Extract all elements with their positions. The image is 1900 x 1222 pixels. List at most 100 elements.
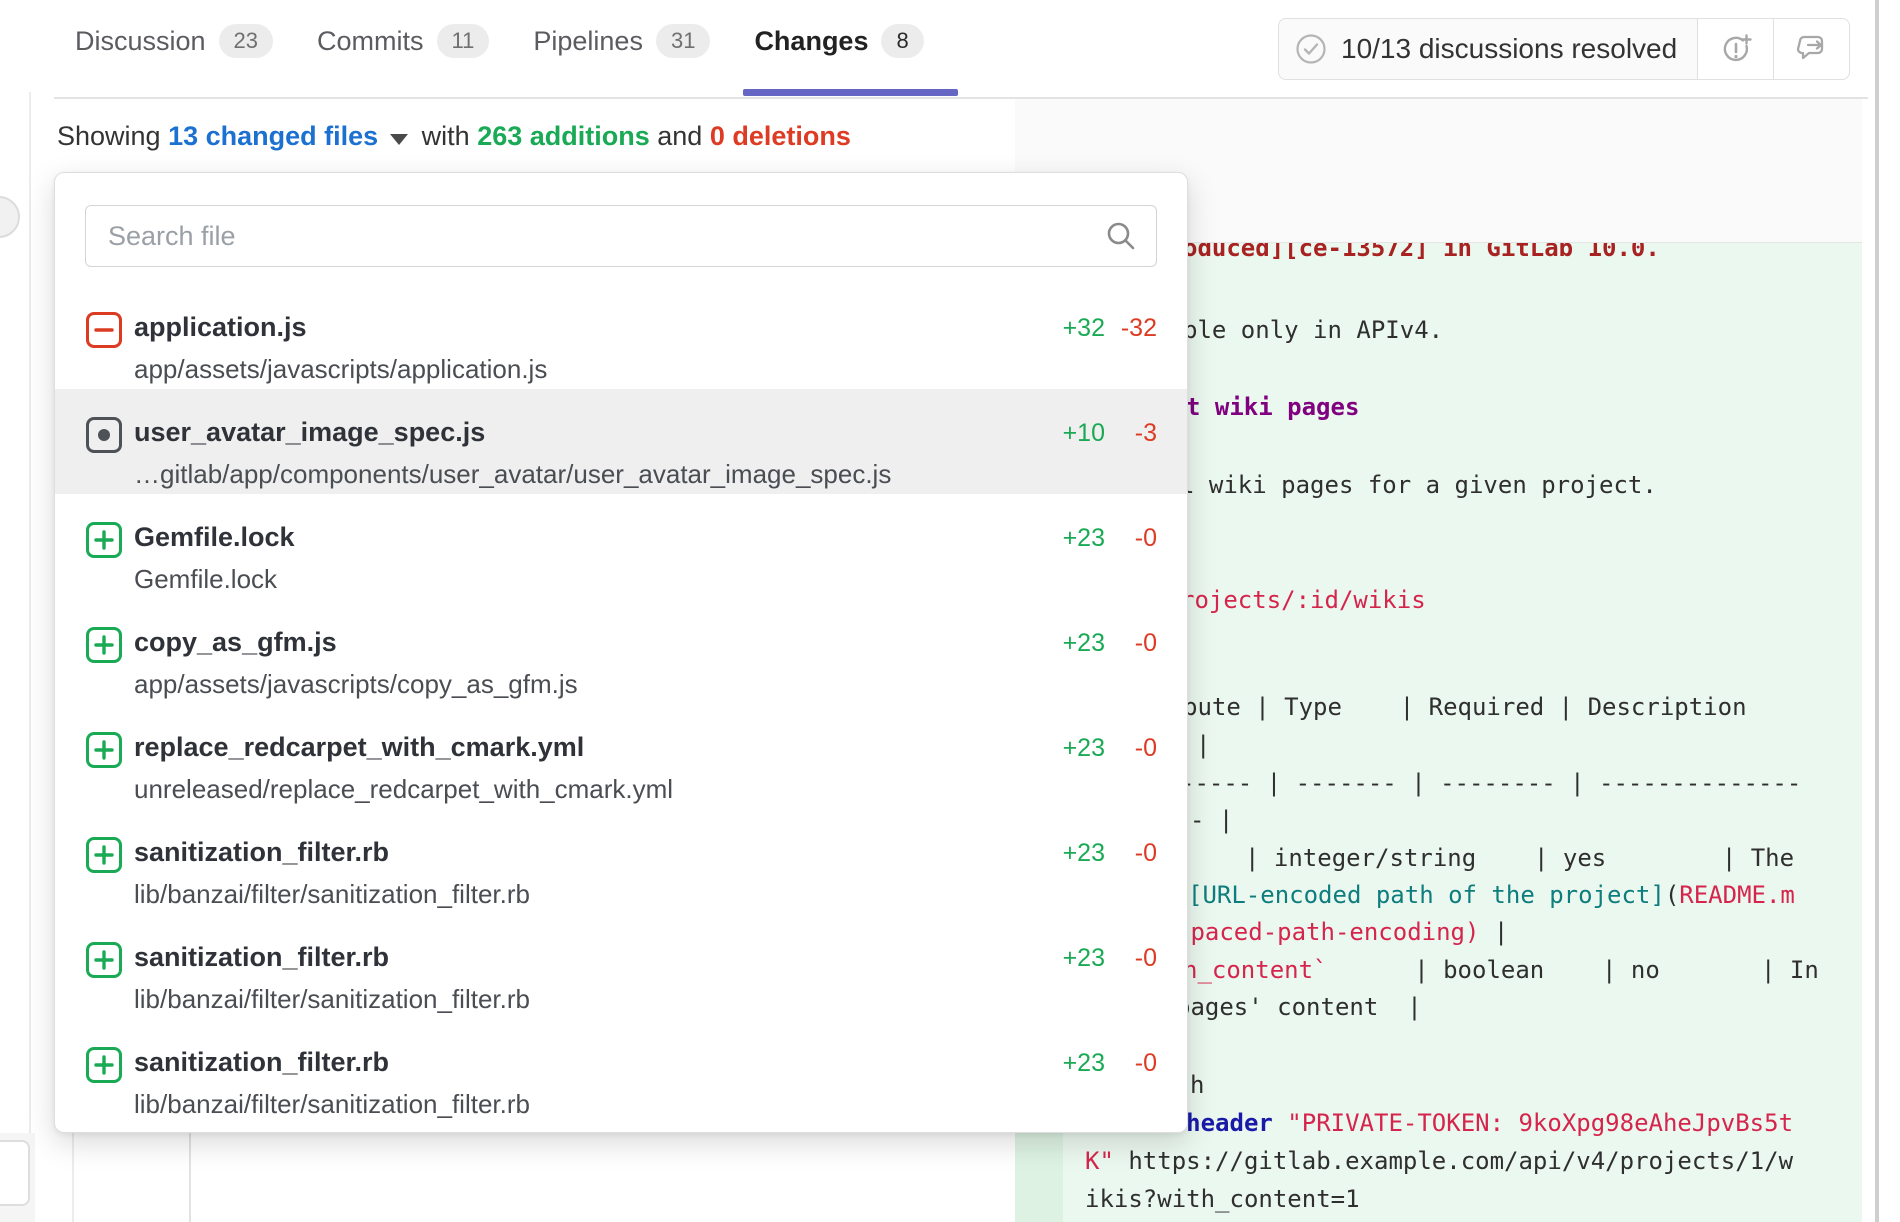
file-plus-icon <box>86 627 122 663</box>
file-deletions-count: -0 <box>1135 629 1157 658</box>
file-row[interactable]: user_avatar_image_spec.js …gitlab/app/com… <box>55 389 1187 494</box>
file-path: lib/banzai/filter/sanitization_filter.rb <box>134 879 530 910</box>
jump-to-next-discussion-icon <box>1794 32 1830 66</box>
discussions-resolved-text: 10/13 discussions resolved <box>1341 33 1677 65</box>
active-tab-underline <box>743 89 958 96</box>
file-path: app/assets/javascripts/application.js <box>134 354 547 385</box>
diff-line: - | <box>1190 805 1233 835</box>
diff-line: rojects/:id/wikis <box>1180 585 1426 615</box>
file-deletions-count: -0 <box>1135 944 1157 973</box>
chevron-down-icon[interactable] <box>390 134 408 145</box>
diff-line: h <box>1190 1070 1204 1100</box>
tab-label: Discussion <box>75 26 206 57</box>
summary-additions: 263 additions <box>477 121 650 152</box>
file-row[interactable]: application.js app/assets/javascripts/app… <box>55 284 1187 389</box>
diff-line: h_content` | boolean | no | In <box>1183 955 1819 985</box>
file-additions-count: +23 <box>1063 944 1105 973</box>
tab-count-badge: 31 <box>656 24 710 58</box>
file-search-input[interactable] <box>85 205 1157 267</box>
diff-line: ikis?with_content=1 <box>1085 1184 1360 1214</box>
diff-line: spaced-path-encoding) | <box>1176 917 1508 947</box>
file-name: application.js <box>134 312 307 343</box>
tab-label: Pipelines <box>533 26 643 57</box>
diff-line: [URL-encoded path of the project](README… <box>1188 880 1795 910</box>
file-additions-count: +23 <box>1063 734 1105 763</box>
file-name: sanitization_filter.rb <box>134 837 389 868</box>
file-path: lib/banzai/filter/sanitization_filter.rb <box>134 1089 530 1120</box>
tab-label: Commits <box>317 26 424 57</box>
file-name: sanitization_filter.rb <box>134 942 389 973</box>
file-row[interactable]: sanitization_filter.rb lib/banzai/filter/… <box>55 809 1187 914</box>
file-row[interactable]: Gemfile.lock Gemfile.lock +23 -0 <box>55 494 1187 599</box>
file-dot-icon <box>86 417 122 453</box>
file-path: …gitlab/app/components/user_avatar/user_… <box>134 459 891 490</box>
summary-with: with <box>414 121 477 152</box>
resolve-with-issue-icon <box>1719 32 1753 66</box>
tab-count-badge: 8 <box>881 24 923 58</box>
file-name: Gemfile.lock <box>134 522 295 553</box>
diff-line: pages' content | <box>1176 992 1422 1022</box>
file-row[interactable]: sanitization_filter.rb lib/banzai/filter/… <box>55 1019 1187 1124</box>
tab-commits[interactable]: Commits 11 <box>317 24 489 58</box>
diff-line: | integer/string | yes | The <box>1245 843 1794 873</box>
page-scrollbar-track[interactable] <box>1875 0 1879 1222</box>
tab-discussion[interactable]: Discussion 23 <box>75 24 273 58</box>
file-deletions-count: -0 <box>1135 524 1157 553</box>
diff-line: bute | Type | Required | Description <box>1183 692 1747 722</box>
diff-line: ----- | ------- | -------- | -----------… <box>1180 768 1801 798</box>
file-deletions-count: -32 <box>1121 314 1157 343</box>
file-name: sanitization_filter.rb <box>134 1047 389 1078</box>
jump-to-next-discussion-button[interactable] <box>1774 18 1850 80</box>
summary-deletions: 0 deletions <box>710 121 851 152</box>
file-name: replace_redcarpet_with_cmark.yml <box>134 732 584 763</box>
summary-showing: Showing <box>57 121 168 152</box>
file-deletions-count: -0 <box>1135 1049 1157 1078</box>
file-row[interactable]: copy_as_gfm.js app/assets/javascripts/cop… <box>55 599 1187 704</box>
discussions-resolved-group: 10/13 discussions resolved <box>1278 18 1850 80</box>
file-plus-icon <box>86 522 122 558</box>
file-row[interactable]: sanitization_filter.rb lib/banzai/filter/… <box>55 914 1187 1019</box>
discussions-resolved-status: 10/13 discussions resolved <box>1278 18 1698 80</box>
file-name: user_avatar_image_spec.js <box>134 417 485 448</box>
file-path: Gemfile.lock <box>134 564 277 595</box>
tab-changes[interactable]: Changes 8 <box>754 24 923 58</box>
changed-files-summary: Showing 13 changed files with 263 additi… <box>57 121 851 152</box>
tab-label: Changes <box>754 26 868 57</box>
diff-line: K" https://gitlab.example.com/api/v4/pro… <box>1085 1146 1793 1176</box>
cropped-avatar-fragment <box>0 196 20 238</box>
file-plus-icon <box>86 837 122 873</box>
changed-files-dropdown-link[interactable]: 13 changed files <box>168 121 378 152</box>
file-name: copy_as_gfm.js <box>134 627 337 658</box>
tab-count-badge: 11 <box>437 24 490 58</box>
tab-pipelines[interactable]: Pipelines 31 <box>533 24 710 58</box>
resolve-with-issue-button[interactable] <box>1698 18 1774 80</box>
diff-line: ble only in APIv4. <box>1183 315 1443 345</box>
search-icon <box>1105 220 1137 252</box>
diff-card-left-border <box>189 1133 191 1222</box>
file-additions-count: +23 <box>1063 839 1105 868</box>
merge-request-changes-page: oduced][ce-13572] in GitLab 10.0.ble onl… <box>0 0 1900 1222</box>
file-deletions-count: -3 <box>1135 419 1157 448</box>
check-circle-icon <box>1295 33 1327 65</box>
file-plus-icon <box>86 1047 122 1083</box>
file-plus-icon <box>86 732 122 768</box>
file-deletions-count: -0 <box>1135 839 1157 868</box>
file-search-wrap <box>85 205 1157 267</box>
diff-line: l wiki pages for a given project. <box>1180 470 1657 500</box>
tab-count-badge: 23 <box>219 24 273 58</box>
diff-line: t wiki pages <box>1186 392 1359 422</box>
file-additions-count: +23 <box>1063 1049 1105 1078</box>
file-additions-count: +23 <box>1063 524 1105 553</box>
diff-line: | <box>1196 730 1210 760</box>
file-row[interactable]: replace_redcarpet_with_cmark.yml unreleas… <box>55 704 1187 809</box>
page-left-border <box>29 92 31 1222</box>
file-search-dropdown: application.js app/assets/javascripts/app… <box>54 172 1188 1133</box>
changed-file-list: application.js app/assets/javascripts/app… <box>55 284 1187 1124</box>
file-additions-count: +32 <box>1063 314 1105 343</box>
file-path: app/assets/javascripts/copy_as_gfm.js <box>134 669 578 700</box>
file-plus-icon <box>86 942 122 978</box>
mr-tab-bar: Discussion 23 Commits 11 Pipelines 31 Changes 8 <box>75 24 924 58</box>
file-additions-count: +23 <box>1063 629 1105 658</box>
file-path: unreleased/replace_redcarpet_with_cmark.… <box>134 774 673 805</box>
file-path: lib/banzai/filter/sanitization_filter.rb <box>134 984 530 1015</box>
